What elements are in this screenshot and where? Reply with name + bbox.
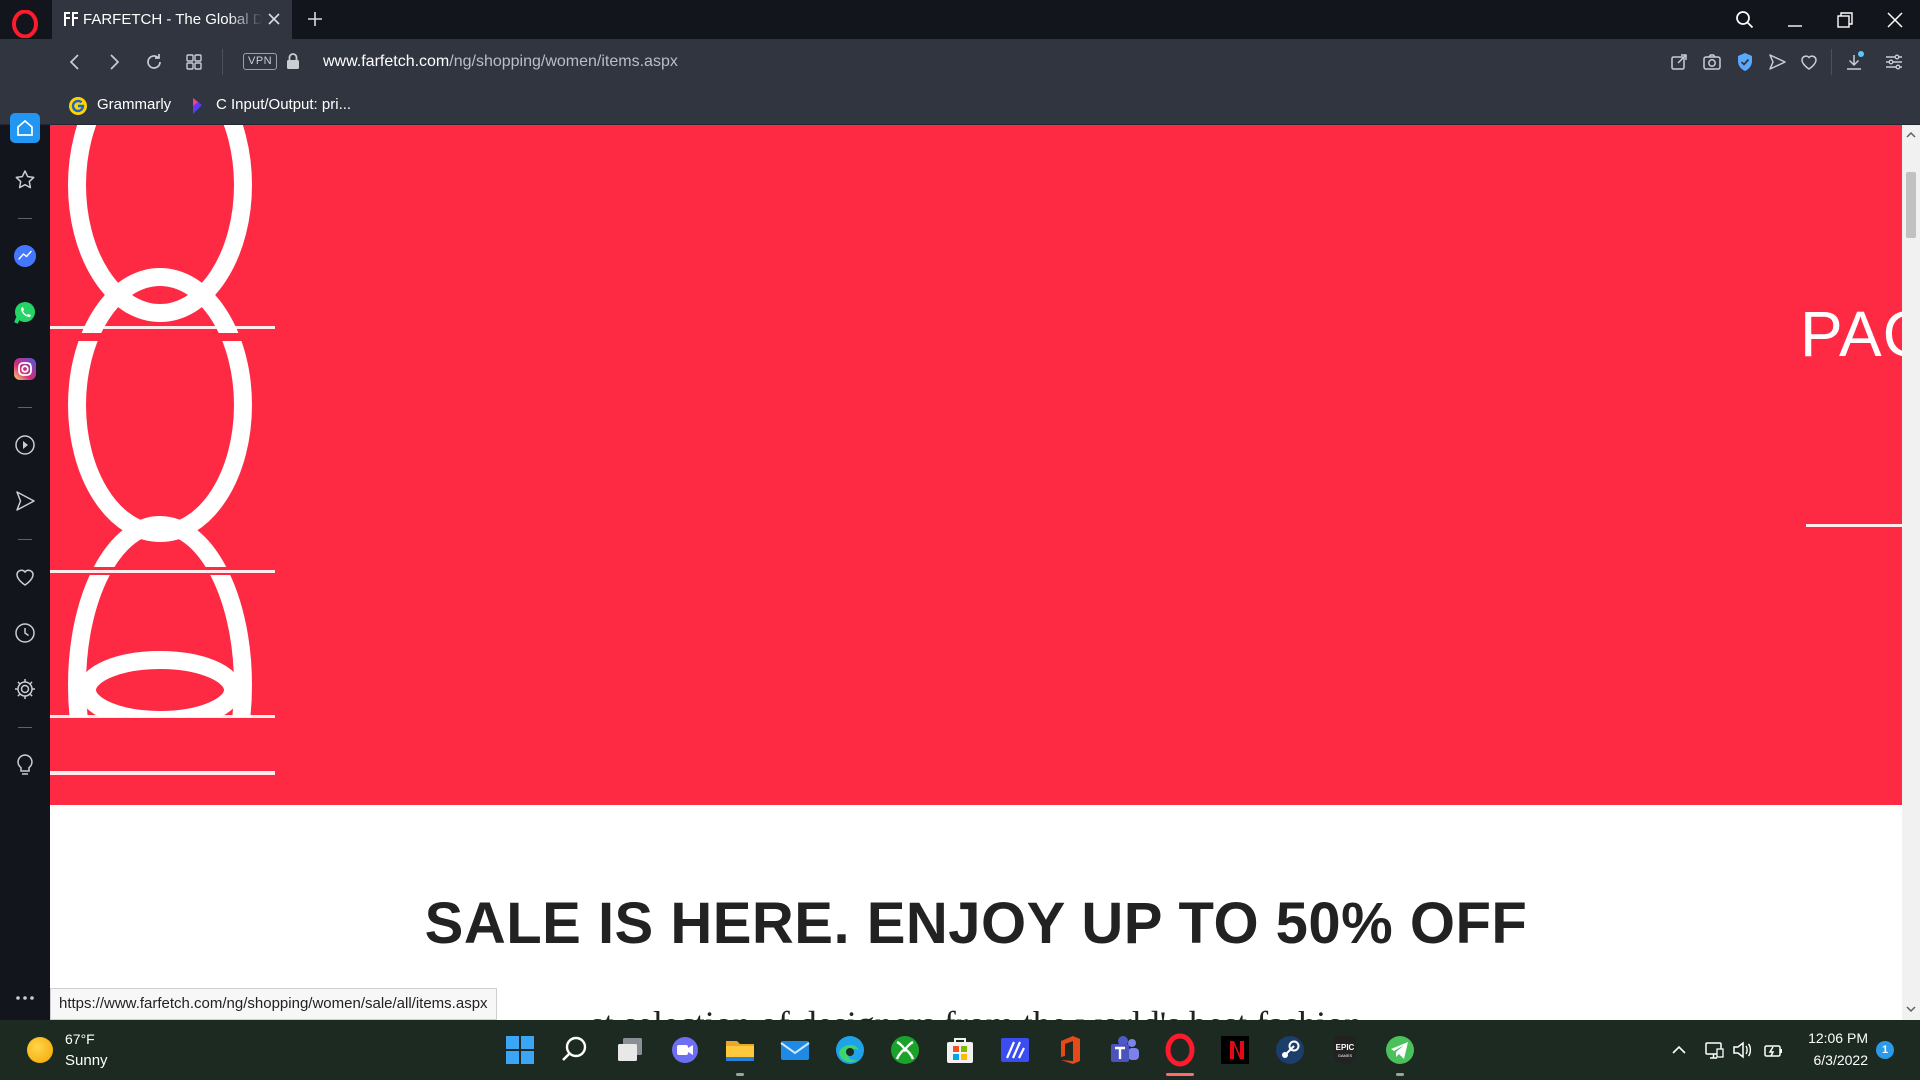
bookmark-grammarly[interactable]: Grammarly [68,94,178,116]
battery-charging-icon[interactable] [1762,1039,1784,1061]
windows-taskbar: 67°F Sunny EPIC GAMES 12:06 PM 6/3/2022 … [0,1020,1920,1080]
office-icon[interactable] [1053,1033,1087,1067]
svg-text:EPIC: EPIC [1336,1043,1355,1052]
sidebar-separator [18,218,32,219]
hero-text: PAC [1800,298,1902,370]
svg-text:GAMES: GAMES [1338,1053,1353,1058]
start-windows-icon[interactable] [503,1033,537,1067]
divider [1831,49,1832,75]
messenger-icon[interactable] [12,243,38,269]
share-icon[interactable] [1668,51,1690,73]
restore-icon[interactable] [1833,8,1857,32]
downloads-icon[interactable] [1843,51,1865,73]
ad-blocker-shield-icon[interactable] [1734,51,1756,73]
teams-chat-icon[interactable] [668,1033,702,1067]
web-page: PAC SALE IS HERE. ENJOY UP TO 50% OFF ..… [50,125,1902,1020]
url-path: /ng/shopping/women/items.aspx [449,53,678,70]
settings-gear-icon[interactable] [12,676,38,702]
snapshot-icon[interactable] [1701,51,1723,73]
hero-banner[interactable]: PAC [50,125,1902,805]
opera-taskbar-icon[interactable] [1163,1033,1197,1067]
hero-graphic [50,125,290,805]
history-clock-icon[interactable] [12,620,38,646]
tab-search-icon[interactable] [1733,8,1757,32]
url-field[interactable]: www.farfetch.com/ng/shopping/women/items… [323,53,678,71]
active-tab[interactable]: FARFETCH - The Global Destination [52,0,292,39]
clock-time[interactable]: 12:06 PM [1800,1030,1868,1046]
active-app-indicator [1166,1073,1194,1076]
sidebar-separator [18,539,32,540]
clock-date[interactable]: 6/3/2022 [1800,1052,1869,1068]
bookmarks-star-icon[interactable] [12,167,38,193]
telegram-icon[interactable] [1383,1033,1417,1067]
page-scrollbar[interactable] [1902,125,1920,1020]
notification-badge[interactable]: 1 [1876,1041,1894,1059]
bookmark-c-input-output[interactable]: C Input/Output: pri... [187,94,367,116]
divider [222,49,223,75]
vpn-badge[interactable]: VPN [243,53,278,70]
more-options-icon[interactable] [12,985,38,1011]
bookmark-heart-icon[interactable] [1798,51,1820,73]
pinboards-heart-icon[interactable] [12,564,38,590]
programiz-icon [187,96,207,116]
player-icon[interactable] [12,432,38,458]
bookmarks-bar: Grammarly C Input/Output: pri... [0,85,1920,125]
epic-games-icon[interactable]: EPIC GAMES [1328,1033,1362,1067]
my-flow-icon[interactable] [12,488,38,514]
running-indicator [736,1073,744,1076]
farfetch-favicon-icon [62,10,80,28]
scroll-up-arrow-icon[interactable] [1906,131,1916,139]
reload-icon[interactable] [143,51,165,73]
forward-icon[interactable] [103,51,125,73]
task-view-icon[interactable] [613,1033,647,1067]
opera-sidebar [0,113,50,1020]
instagram-icon[interactable] [12,356,38,382]
weather-sun-icon[interactable] [27,1037,53,1063]
url-domain: www.farfetch.com [323,53,450,70]
send-to-flow-icon[interactable] [1766,51,1788,73]
close-tab-icon[interactable] [266,11,282,27]
hero-underline [1806,524,1902,527]
lock-icon[interactable] [285,52,301,70]
bookmark-label: C Input/Output: pri... [216,96,352,113]
network-icon[interactable] [1703,1039,1725,1061]
weather-temperature[interactable]: 67°F [65,1031,95,1047]
bookmark-label: Grammarly [97,96,172,113]
opera-menu-icon[interactable] [12,10,38,38]
visual-studio-icon[interactable] [998,1033,1032,1067]
address-bar: VPN www.farfetch.com/ng/shopping/women/i… [0,39,1920,85]
tab-strip: FARFETCH - The Global Destination [0,0,1920,39]
microsoft-store-icon[interactable] [943,1033,977,1067]
grammarly-icon [68,96,88,116]
tabs-grid-icon[interactable] [183,51,205,73]
easy-setup-icon[interactable] [1883,51,1905,73]
sidebar-separator [18,727,32,728]
steam-icon[interactable] [1273,1033,1307,1067]
link-status-url: https://www.farfetch.com/ng/shopping/wom… [50,988,497,1020]
weather-condition[interactable]: Sunny [65,1052,108,1069]
search-icon[interactable] [558,1033,592,1067]
minimize-icon[interactable] [1783,8,1807,32]
scroll-down-arrow-icon[interactable] [1906,1005,1916,1013]
whatsapp-icon[interactable] [12,300,38,326]
close-window-icon[interactable] [1883,8,1907,32]
back-icon[interactable] [64,51,86,73]
netflix-icon[interactable] [1218,1033,1252,1067]
show-hidden-icons-chevron-icon[interactable] [1670,1042,1688,1058]
volume-icon[interactable] [1731,1039,1753,1061]
file-explorer-icon[interactable] [723,1033,757,1067]
running-indicator [1396,1073,1404,1076]
new-tab-icon[interactable] [305,9,325,29]
edge-icon[interactable] [833,1033,867,1067]
speed-dial-home-icon[interactable] [10,113,40,143]
tips-lightbulb-icon[interactable] [12,752,38,778]
tab-title: FARFETCH - The Global Destination [83,11,263,28]
sale-headline: SALE IS HERE. ENJOY UP TO 50% OFF [424,891,1528,956]
scroll-thumb[interactable] [1906,172,1916,238]
xbox-icon[interactable] [888,1033,922,1067]
sidebar-separator [18,407,32,408]
mail-icon[interactable] [778,1033,812,1067]
teams-icon[interactable] [1108,1033,1142,1067]
